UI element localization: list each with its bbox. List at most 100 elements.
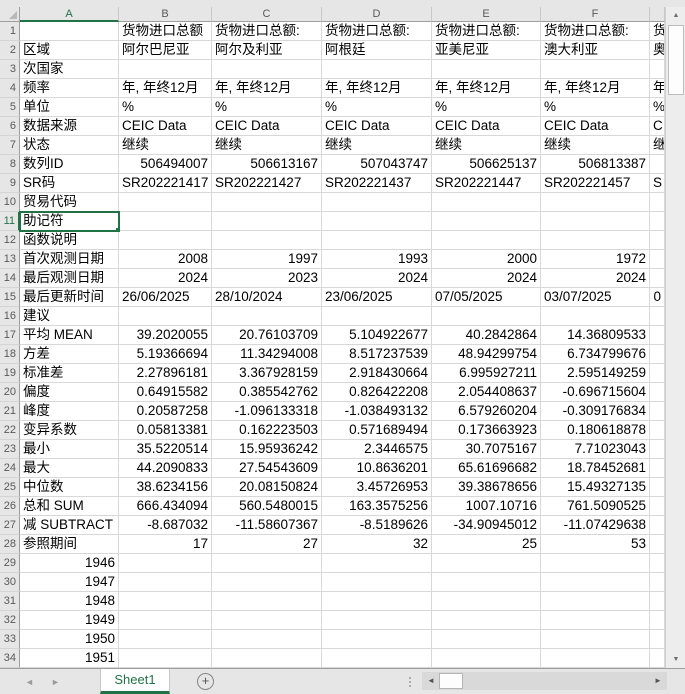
cell-F8[interactable]: 506813387 [541,155,650,174]
cell-B25[interactable]: 38.6234156 [119,478,212,497]
cell-D16[interactable] [322,307,432,326]
row-header-11[interactable]: 11 [0,212,20,231]
cell-A8[interactable]: 数列ID [20,155,119,174]
row-header-16[interactable]: 16 [0,307,20,326]
cell-B21[interactable]: 0.20587258 [119,402,212,421]
cell-G4[interactable]: 年 [650,79,665,98]
cell-G27[interactable] [650,516,665,535]
cell-C7[interactable]: 继续 [212,136,322,155]
row-header-13[interactable]: 13 [0,250,20,269]
cell-D2[interactable]: 阿根廷 [322,41,432,60]
cell-E6[interactable]: CEIC Data [432,117,541,136]
cell-F15[interactable]: 03/07/2025 [541,288,650,307]
cell-B24[interactable]: 44.2090833 [119,459,212,478]
cell-C29[interactable] [212,554,322,573]
row-header-23[interactable]: 23 [0,440,20,459]
cell-F33[interactable] [541,630,650,649]
cell-D32[interactable] [322,611,432,630]
cell-G20[interactable] [650,383,665,402]
cell-A10[interactable]: 贸易代码 [20,193,119,212]
cell-F21[interactable]: -0.309176834 [541,402,650,421]
cell-A5[interactable]: 单位 [20,98,119,117]
cell-G17[interactable] [650,326,665,345]
cell-G14[interactable] [650,269,665,288]
cell-B31[interactable] [119,592,212,611]
cell-F10[interactable] [541,193,650,212]
cell-G34[interactable] [650,649,665,668]
cell-A32[interactable]: 1949 [20,611,119,630]
cell-D24[interactable]: 10.8636201 [322,459,432,478]
cell-E17[interactable]: 40.2842864 [432,326,541,345]
cell-C1[interactable]: 货物进口总额: [212,22,322,41]
row-header-27[interactable]: 27 [0,516,20,535]
cell-G13[interactable] [650,250,665,269]
row-header-8[interactable]: 8 [0,155,20,174]
cell-C20[interactable]: 0.385542762 [212,383,322,402]
cell-F7[interactable]: 继续 [541,136,650,155]
cell-G10[interactable] [650,193,665,212]
cell-B12[interactable] [119,231,212,250]
cell-B2[interactable]: 阿尔巴尼亚 [119,41,212,60]
cell-B15[interactable]: 26/06/2025 [119,288,212,307]
cell-C14[interactable]: 2023 [212,269,322,288]
cell-B29[interactable] [119,554,212,573]
cell-D11[interactable] [322,212,432,231]
cell-C26[interactable]: 560.5480015 [212,497,322,516]
cell-D27[interactable]: -8.5189626 [322,516,432,535]
cell-B11[interactable] [119,212,212,231]
cell-B1[interactable]: 货物进口总额 [119,22,212,41]
cell-D30[interactable] [322,573,432,592]
cell-A21[interactable]: 峰度 [20,402,119,421]
cell-F17[interactable]: 14.36809533 [541,326,650,345]
cell-F4[interactable]: 年, 年终12月 [541,79,650,98]
cell-F3[interactable] [541,60,650,79]
cell-C17[interactable]: 20.76103709 [212,326,322,345]
cell-B10[interactable] [119,193,212,212]
cell-G5[interactable]: % [650,98,665,117]
cell-C28[interactable]: 27 [212,535,322,554]
cell-G3[interactable] [650,60,665,79]
column-header-b[interactable]: B [119,7,212,22]
cell-D12[interactable] [322,231,432,250]
cell-E16[interactable] [432,307,541,326]
cell-E1[interactable]: 货物进口总额: [432,22,541,41]
cell-A3[interactable]: 次国家 [20,60,119,79]
row-header-20[interactable]: 20 [0,383,20,402]
cell-B27[interactable]: -8.687032 [119,516,212,535]
cell-F23[interactable]: 7.71023043 [541,440,650,459]
cell-F24[interactable]: 18.78452681 [541,459,650,478]
cell-A15[interactable]: 最后更新时间 [20,288,119,307]
cell-D17[interactable]: 5.104922677 [322,326,432,345]
cell-F29[interactable] [541,554,650,573]
cell-C3[interactable] [212,60,322,79]
cell-A19[interactable]: 标准差 [20,364,119,383]
cell-C34[interactable] [212,649,322,668]
cell-E33[interactable] [432,630,541,649]
cell-E27[interactable]: -34.90945012 [432,516,541,535]
cell-G12[interactable] [650,231,665,250]
row-header-24[interactable]: 24 [0,459,20,478]
cell-B7[interactable]: 继续 [119,136,212,155]
column-header-g-partial[interactable] [650,7,665,22]
cell-F30[interactable] [541,573,650,592]
row-header-3[interactable]: 3 [0,60,20,79]
cell-C23[interactable]: 15.95936242 [212,440,322,459]
cell-C31[interactable] [212,592,322,611]
cell-B33[interactable] [119,630,212,649]
cell-G16[interactable] [650,307,665,326]
cell-D3[interactable] [322,60,432,79]
column-header-f[interactable]: F [541,7,650,22]
cell-G19[interactable] [650,364,665,383]
cell-G22[interactable] [650,421,665,440]
cell-D20[interactable]: 0.826422208 [322,383,432,402]
cell-E8[interactable]: 506625137 [432,155,541,174]
row-header-28[interactable]: 28 [0,535,20,554]
cell-D31[interactable] [322,592,432,611]
cell-G29[interactable] [650,554,665,573]
cell-E25[interactable]: 39.38678656 [432,478,541,497]
cell-E18[interactable]: 48.94299754 [432,345,541,364]
cell-F20[interactable]: -0.696715604 [541,383,650,402]
cell-E20[interactable]: 2.054408637 [432,383,541,402]
cell-F12[interactable] [541,231,650,250]
scroll-right-icon[interactable]: ► [651,672,665,690]
